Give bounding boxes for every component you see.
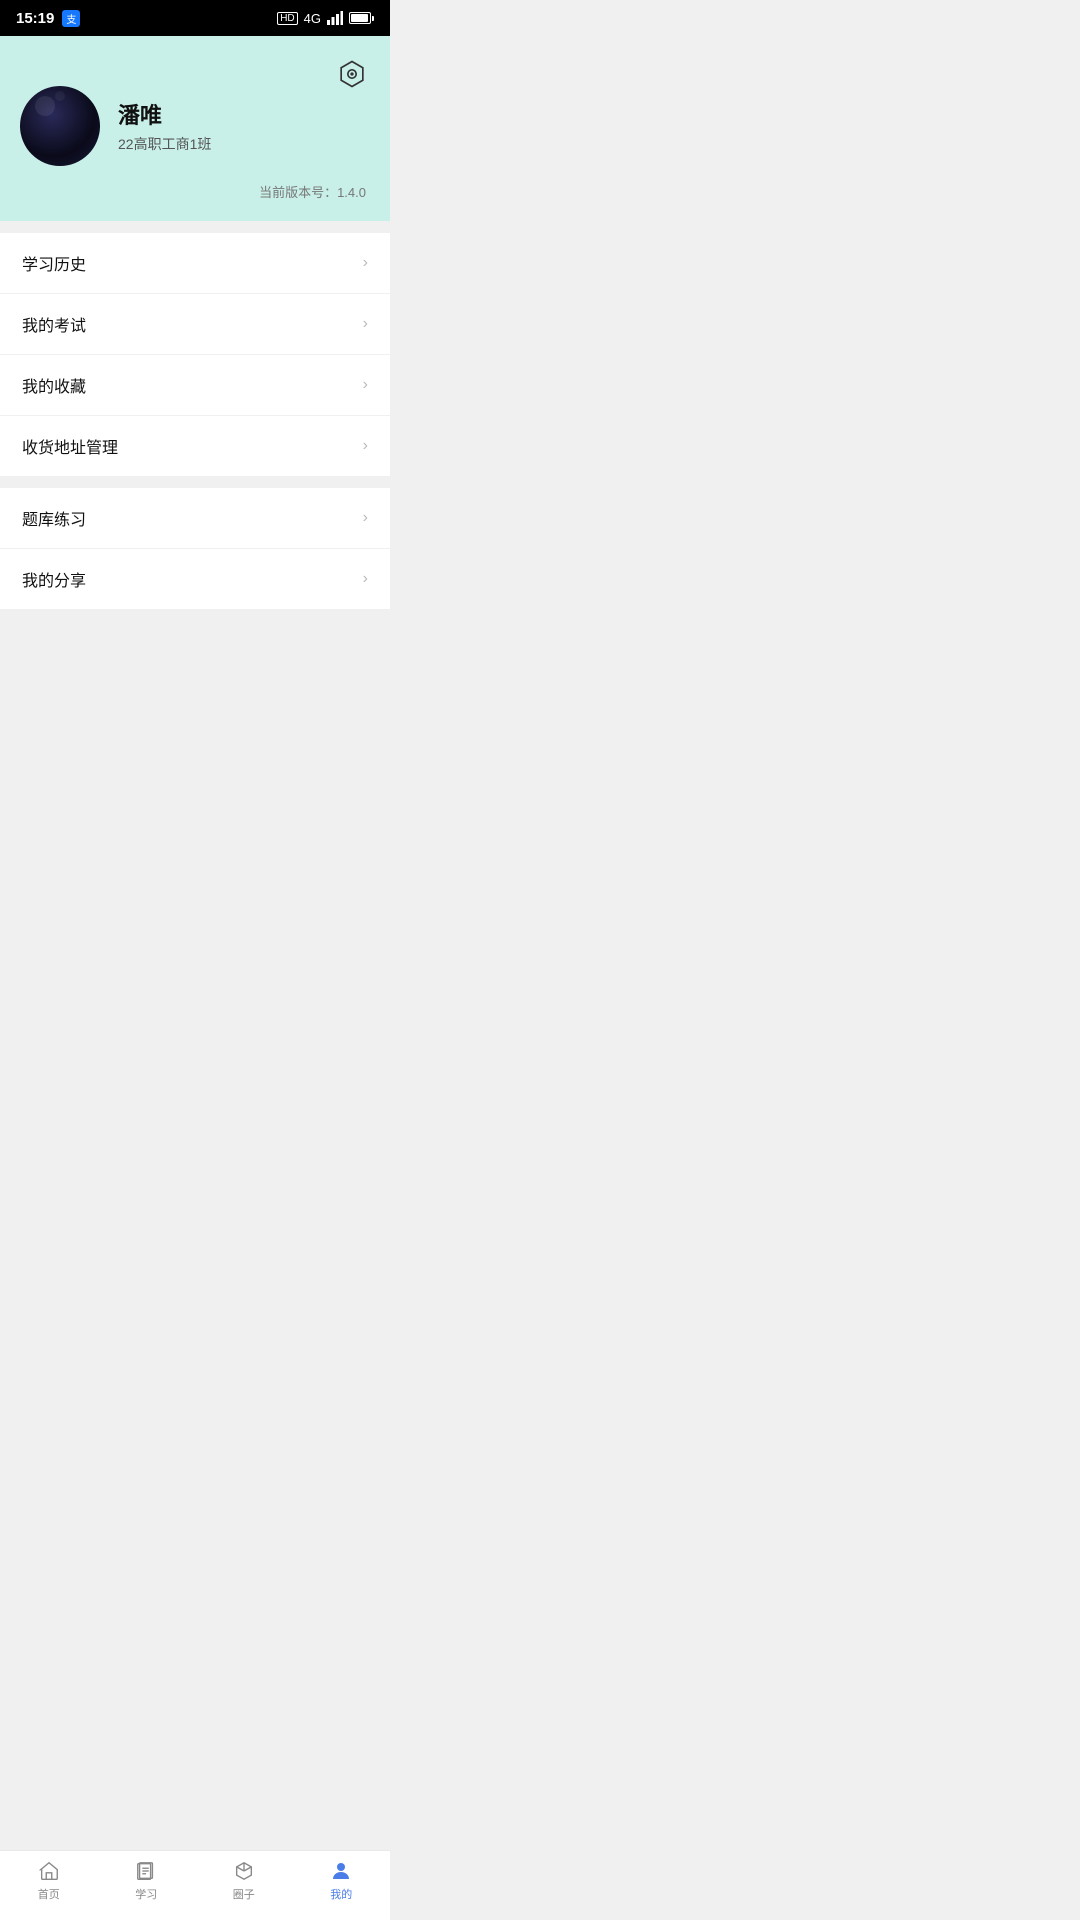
circle-nav-icon: [232, 1859, 256, 1883]
signal-bars-icon: [327, 11, 343, 25]
menu-label-question-bank: 题库练习: [22, 506, 86, 530]
avatar: [20, 86, 100, 166]
alipay-badge: 支: [62, 10, 80, 27]
chevron-icon-4: ›: [363, 437, 368, 455]
menu-label-study-history: 学习历史: [22, 251, 86, 275]
home-icon: [38, 1860, 60, 1882]
circle-icon: [233, 1860, 255, 1882]
menu-label-address: 收货地址管理: [22, 434, 118, 458]
status-bar: 15:19 支 HD 4G: [0, 0, 390, 36]
profile-info: 潘唯 22高职工商1班: [118, 98, 370, 154]
menu-label-my-exam: 我的考试: [22, 312, 86, 336]
menu-item-study-history[interactable]: 学习历史 ›: [0, 233, 390, 294]
hd-badge: HD: [277, 12, 297, 25]
version-row: 当前版本号：1.4.0: [20, 182, 370, 201]
menu-item-my-share[interactable]: 我的分享 ›: [0, 549, 390, 609]
chevron-icon-1: ›: [363, 254, 368, 272]
chevron-icon-2: ›: [363, 315, 368, 333]
menu-label-my-share: 我的分享: [22, 567, 86, 591]
study-nav-label: 学习: [135, 1886, 157, 1902]
settings-button[interactable]: [334, 56, 370, 92]
chevron-icon-6: ›: [363, 570, 368, 588]
profile-nav-label: 我的: [330, 1886, 352, 1902]
nav-item-home[interactable]: 首页: [0, 1859, 98, 1902]
study-nav-icon: [134, 1859, 158, 1883]
bottom-nav: 首页 学习 圈子: [0, 1850, 390, 1920]
home-nav-icon: [37, 1859, 61, 1883]
home-nav-label: 首页: [38, 1886, 60, 1902]
menu-card-1: 学习历史 › 我的考试 › 我的收藏 › 收货地址管理 ›: [0, 233, 390, 476]
chevron-icon-5: ›: [363, 509, 368, 527]
profile-name: 潘唯: [118, 98, 370, 130]
version-label: 当前版本号：: [259, 185, 337, 200]
nav-item-study[interactable]: 学习: [98, 1859, 196, 1902]
version-text: 当前版本号：1.4.0: [259, 182, 366, 201]
nav-item-profile[interactable]: 我的: [293, 1859, 391, 1902]
profile-row: 潘唯 22高职工商1班: [20, 86, 370, 166]
status-left: 15:19 支: [16, 10, 80, 27]
circle-nav-label: 圈子: [233, 1886, 255, 1902]
signal-text: 4G: [304, 11, 321, 26]
status-time: 15:19: [16, 10, 54, 27]
menu-card-2: 题库练习 › 我的分享 ›: [0, 488, 390, 609]
status-right: HD 4G: [277, 11, 374, 26]
profile-icon: [329, 1859, 353, 1883]
profile-header: 潘唯 22高职工商1班 当前版本号：1.4.0: [0, 36, 390, 221]
version-number: 1.4.0: [337, 185, 366, 200]
battery-indicator: [349, 12, 374, 24]
menu-item-my-exam[interactable]: 我的考试 ›: [0, 294, 390, 355]
menu-label-my-favorites: 我的收藏: [22, 373, 86, 397]
profile-nav-icon: [329, 1859, 353, 1883]
menu-item-address[interactable]: 收货地址管理 ›: [0, 416, 390, 476]
chevron-icon-3: ›: [363, 376, 368, 394]
profile-class: 22高职工商1班: [118, 134, 370, 154]
study-icon: [135, 1860, 157, 1882]
menu-item-my-favorites[interactable]: 我的收藏 ›: [0, 355, 390, 416]
nav-item-circle[interactable]: 圈子: [195, 1859, 293, 1902]
menu-item-question-bank[interactable]: 题库练习 ›: [0, 488, 390, 549]
